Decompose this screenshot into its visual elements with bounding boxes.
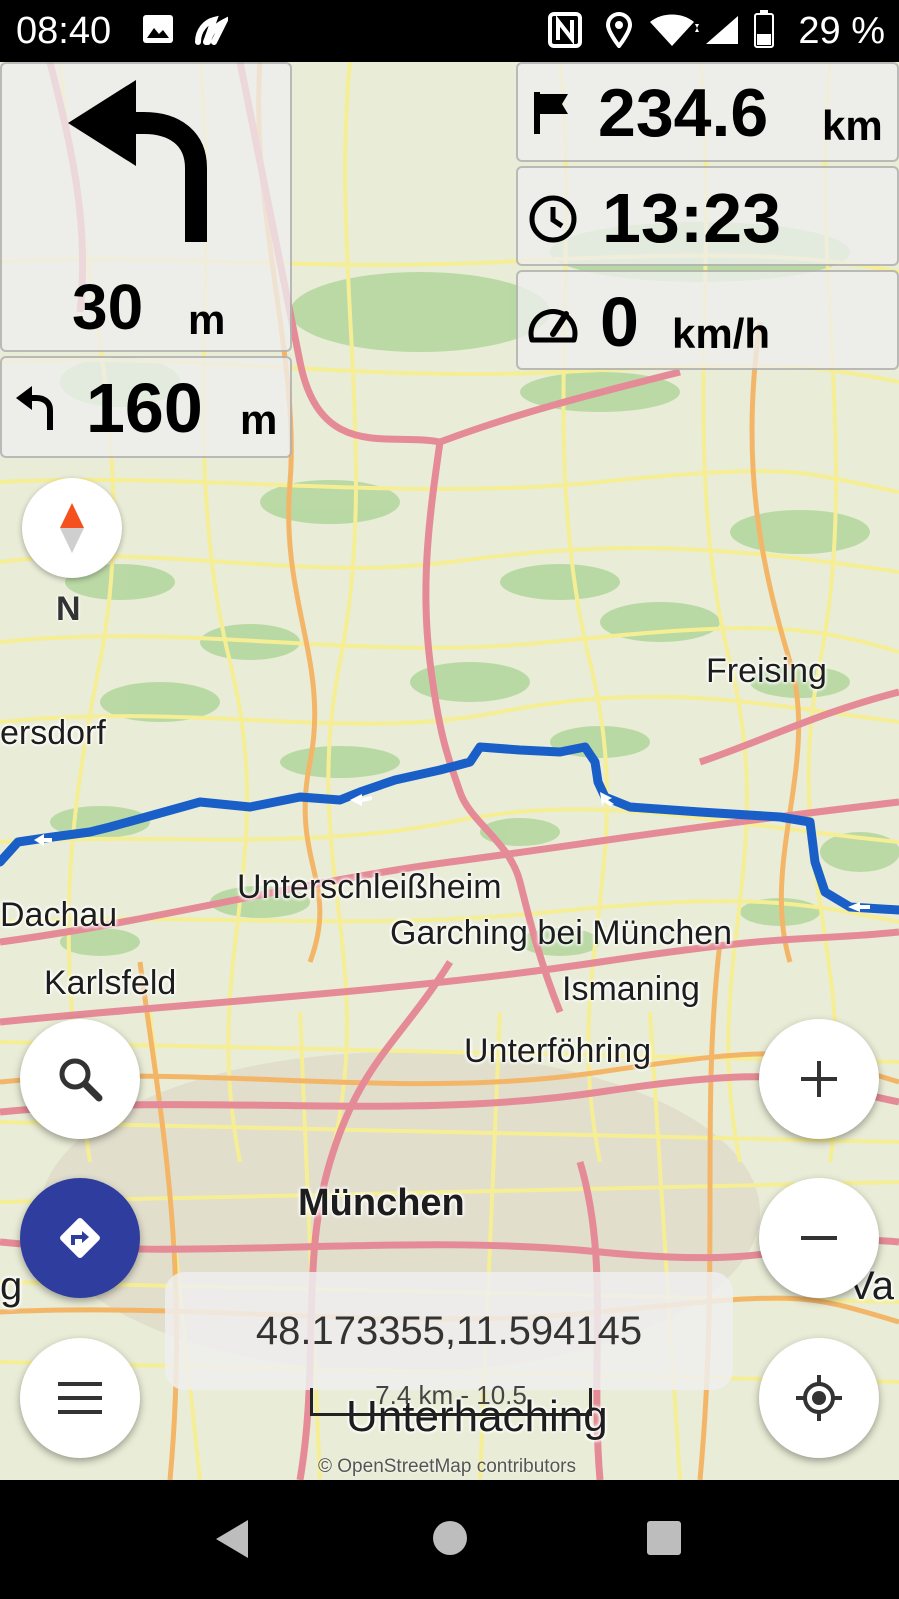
my-location-icon [796, 1375, 842, 1421]
route-planning-button[interactable] [20, 1178, 140, 1298]
system-nav-bar [0, 1480, 899, 1599]
minus-icon [801, 1236, 837, 1240]
app-icon [192, 12, 231, 53]
place-edge-left: g [0, 1264, 23, 1308]
next-turn-distance-unit: m [240, 396, 278, 443]
place-muenchen: München [298, 1182, 465, 1224]
place-freising: Freising [706, 652, 827, 690]
arrival-time-panel[interactable]: 13:23 [516, 166, 899, 266]
place-ismaning: Ismaning [562, 970, 700, 1008]
location-icon [605, 12, 633, 53]
turn-left-small-icon [14, 384, 60, 437]
flag-icon [532, 90, 572, 141]
directions-icon [60, 1218, 100, 1258]
home-button[interactable] [432, 1520, 468, 1561]
wifi-icon [648, 12, 700, 53]
place-garching: Garching bei München [390, 914, 733, 952]
compass-button[interactable] [22, 478, 122, 578]
scale-bar: 7.4 km - 10.5 [310, 1380, 592, 1416]
speed-panel[interactable]: 0 km/h [516, 270, 899, 370]
search-icon [59, 1058, 103, 1102]
speedometer-icon [526, 300, 580, 349]
coordinates-text: 48.173355,11.594145 [255, 1308, 643, 1353]
zoom-out-button[interactable] [759, 1178, 879, 1298]
back-icon [216, 1520, 248, 1558]
compass-north-label: N [56, 590, 81, 628]
place-unterschleissheim: Unterschleißheim [237, 868, 502, 906]
battery-percent: 29 % [798, 10, 885, 52]
home-icon [433, 1521, 467, 1555]
my-location-button[interactable] [759, 1338, 879, 1458]
hamburger-menu-icon [58, 1382, 102, 1414]
battery-icon [754, 10, 774, 53]
recents-icon [647, 1521, 681, 1555]
remaining-distance-value: 234.6 [598, 75, 769, 151]
turn-left-arrow-icon [64, 78, 214, 253]
map-attribution[interactable]: © OpenStreetMap contributors [318, 1456, 576, 1478]
speed-unit: km/h [672, 310, 771, 357]
scale-label: 7.4 km - 10.5 [375, 1380, 527, 1410]
search-button[interactable] [20, 1019, 140, 1139]
status-bar: 08:40 29 % [0, 0, 899, 62]
compass-needle-icon [60, 503, 84, 553]
clock-icon [528, 194, 578, 249]
back-button[interactable] [214, 1518, 250, 1565]
place-ersdorf: ersdorf [0, 714, 106, 752]
speed-value: 0 [600, 283, 639, 361]
image-icon [142, 14, 174, 49]
place-karlsfeld: Karlsfeld [44, 964, 177, 1002]
next-turn-panel[interactable]: 160 m [0, 356, 292, 458]
zoom-in-button[interactable] [759, 1019, 879, 1139]
remaining-distance-panel[interactable]: 234.6 km [516, 62, 899, 162]
next-turn-distance-value: 160 [86, 369, 203, 447]
recents-button[interactable] [646, 1520, 682, 1561]
nfc-icon [548, 12, 582, 53]
menu-button[interactable] [20, 1338, 140, 1458]
plus-icon [801, 1061, 837, 1097]
turn-instruction-panel[interactable]: 30 m [0, 62, 292, 352]
place-dachau: Dachau [0, 896, 118, 934]
remaining-distance-unit: km [822, 102, 883, 149]
signal-icon [704, 14, 740, 51]
status-time: 08:40 [16, 10, 112, 52]
place-unterfoehring: Unterföhring [464, 1032, 652, 1070]
coordinates-display[interactable]: 48.173355,11.594145 [165, 1272, 733, 1390]
arrival-time-value: 13:23 [602, 179, 782, 257]
turn-distance-value: 30 [72, 271, 144, 343]
turn-distance-unit: m [188, 296, 226, 343]
